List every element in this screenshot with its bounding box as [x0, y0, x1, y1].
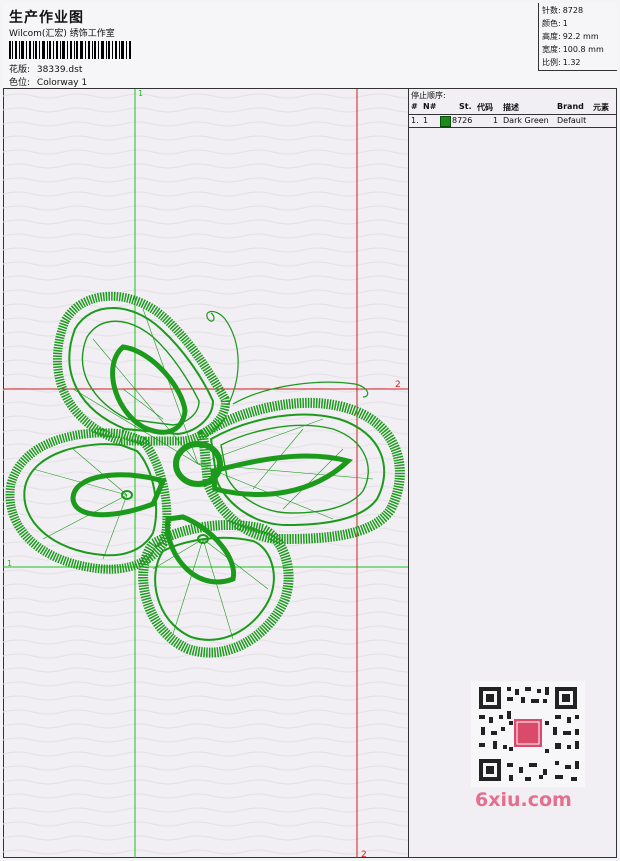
stat-stitches: 针数: 8728 [542, 4, 614, 17]
worksheet-header: 生产作业图 Wilcom(汇宏) 绣饰工作室 花版: 38339.dst 色位:… [3, 3, 617, 89]
colorway-label: 色位: [9, 78, 31, 88]
stat-width-value: 100.8 mm [562, 45, 604, 54]
design-preview: 1 1 2 2 [3, 89, 408, 858]
col-stitches: St. [459, 102, 472, 111]
stop-sequence-title: 停止顺序: [411, 91, 446, 100]
stat-ratio: 比例: 1.32 [542, 56, 614, 69]
stat-colors-label: 颜色: [542, 19, 561, 28]
page-title: 生产作业图 [9, 10, 84, 26]
barcode-image [9, 41, 131, 59]
col-needle: N# [423, 102, 437, 111]
stat-stitches-label: 针数: [542, 6, 561, 15]
col-index: # [411, 102, 418, 111]
design-stats: 针数: 8728 颜色: 1 高度: 92.2 mm 宽度: 100.8 mm 比例: 1… [538, 3, 617, 71]
stat-width: 宽度: 100.8 mm [542, 43, 614, 56]
design-file-line: 花版: 38339.dst [9, 62, 82, 75]
col-description: 描述 [503, 103, 519, 112]
stat-colors-value: 1 [562, 19, 568, 28]
design-canvas[interactable]: 1 1 2 2 [3, 89, 409, 858]
stat-height: 高度: 92.2 mm [542, 30, 614, 43]
guide-h1-label: 1 [7, 559, 12, 568]
qr-code-icon [471, 681, 585, 787]
col-brand: Brand [557, 102, 584, 111]
studio-name: Wilcom(汇宏) 绣饰工作室 [9, 29, 115, 39]
stat-stitches-value: 8728 [562, 6, 584, 15]
guide-v1-label: 1 [138, 89, 143, 98]
table-row[interactable]: 1. 1 8726 1 Dark Green Default [409, 115, 617, 127]
row-index: 1. [411, 116, 419, 125]
watermark: 6xiu.com [471, 681, 585, 811]
watermark-text: 6xiu.com [475, 789, 572, 811]
col-element: 元素 [593, 103, 609, 112]
row-description: Dark Green [503, 116, 549, 125]
divider [409, 127, 617, 128]
stat-height-label: 高度: [542, 32, 561, 41]
colorway-name: Colorway 1 [36, 78, 88, 88]
row-code: 1 [493, 116, 499, 125]
guide-h2-label: 2 [395, 380, 401, 390]
row-brand: Default [557, 116, 587, 125]
stop-sequence-header: # N# St. 代码 描述 Brand 元素 [409, 101, 617, 115]
stat-ratio-value: 1.32 [562, 58, 581, 67]
design-label: 花版: [9, 65, 31, 75]
stat-width-label: 宽度: [542, 45, 561, 54]
guide-v2-label: 2 [361, 850, 367, 858]
colorway-line: 色位: Colorway 1 [9, 75, 87, 88]
row-needle: 1 [423, 116, 429, 125]
stat-ratio-label: 比例: [542, 58, 561, 67]
stat-colors: 颜色: 1 [542, 17, 614, 30]
col-code: 代码 [477, 103, 493, 112]
design-file: 38339.dst [36, 65, 83, 75]
stat-height-value: 92.2 mm [562, 32, 599, 41]
row-stitches: 8726 [452, 116, 473, 125]
